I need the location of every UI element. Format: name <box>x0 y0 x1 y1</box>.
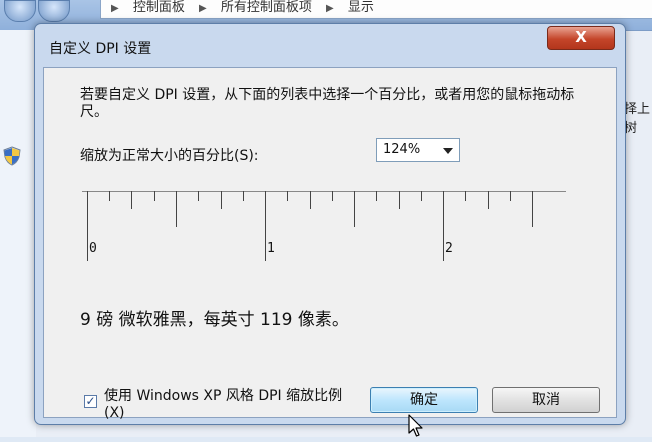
ok-button[interactable]: 确定 <box>370 387 478 413</box>
shield-icon <box>2 146 22 166</box>
breadcrumb-separator: ▶ <box>326 3 334 14</box>
scale-percent-label: 缩放为正常大小的百分比(S): <box>80 148 259 164</box>
background-text: 择上树 <box>624 102 651 136</box>
dialog-title: 自定义 DPI 设置 <box>49 41 152 57</box>
breadcrumb-separator: ▶ <box>199 3 207 14</box>
dialog-client-area: 若要自定义 DPI 设置，从下面的列表中选择一个百分比，或者用您的鼠标拖动标尺。… <box>43 67 617 437</box>
ruler-label-2: 2 <box>445 241 453 256</box>
scale-percent-value: 124% <box>383 142 421 157</box>
custom-dpi-dialog: 自定义 DPI 设置 X 若要自定义 DPI 设置，从下面的列表中选择一个百分比… <box>34 23 626 437</box>
ruler-graphic <box>82 191 566 261</box>
close-button[interactable]: X <box>547 26 615 50</box>
breadcrumb-control-panel[interactable]: 控制面板 <box>133 0 185 16</box>
xp-style-checkbox[interactable]: ✓ <box>84 395 97 408</box>
breadcrumb-separator: ▶ <box>111 3 119 14</box>
breadcrumb-all-items[interactable]: 所有控制面板项 <box>221 0 312 16</box>
cursor-icon <box>408 414 424 442</box>
forward-button[interactable] <box>38 0 70 22</box>
dpi-ruler[interactable]: 0 1 2 <box>82 191 566 265</box>
close-icon: X <box>575 28 587 46</box>
back-button[interactable] <box>4 0 36 22</box>
font-sample-text: 9 磅 微软雅黑，每英寸 119 像素。 <box>80 310 349 330</box>
ruler-label-0: 0 <box>89 241 97 256</box>
address-bar[interactable]: ▶ 控制面板 ▶ 所有控制面板项 ▶ 显示 <box>100 0 652 19</box>
instructions-text: 若要自定义 DPI 设置，从下面的列表中选择一个百分比，或者用您的鼠标拖动标尺。 <box>80 87 575 120</box>
scale-percent-select[interactable]: 124% <box>376 138 460 162</box>
ruler-label-1: 1 <box>267 241 275 256</box>
breadcrumb-display[interactable]: 显示 <box>348 0 374 16</box>
checkmark-icon: ✓ <box>85 394 96 408</box>
xp-style-label[interactable]: 使用 Windows XP 风格 DPI 缩放比例(X) <box>104 388 354 422</box>
chevron-down-icon <box>443 148 453 154</box>
cancel-button[interactable]: 取消 <box>492 387 600 413</box>
left-pane <box>0 30 36 437</box>
